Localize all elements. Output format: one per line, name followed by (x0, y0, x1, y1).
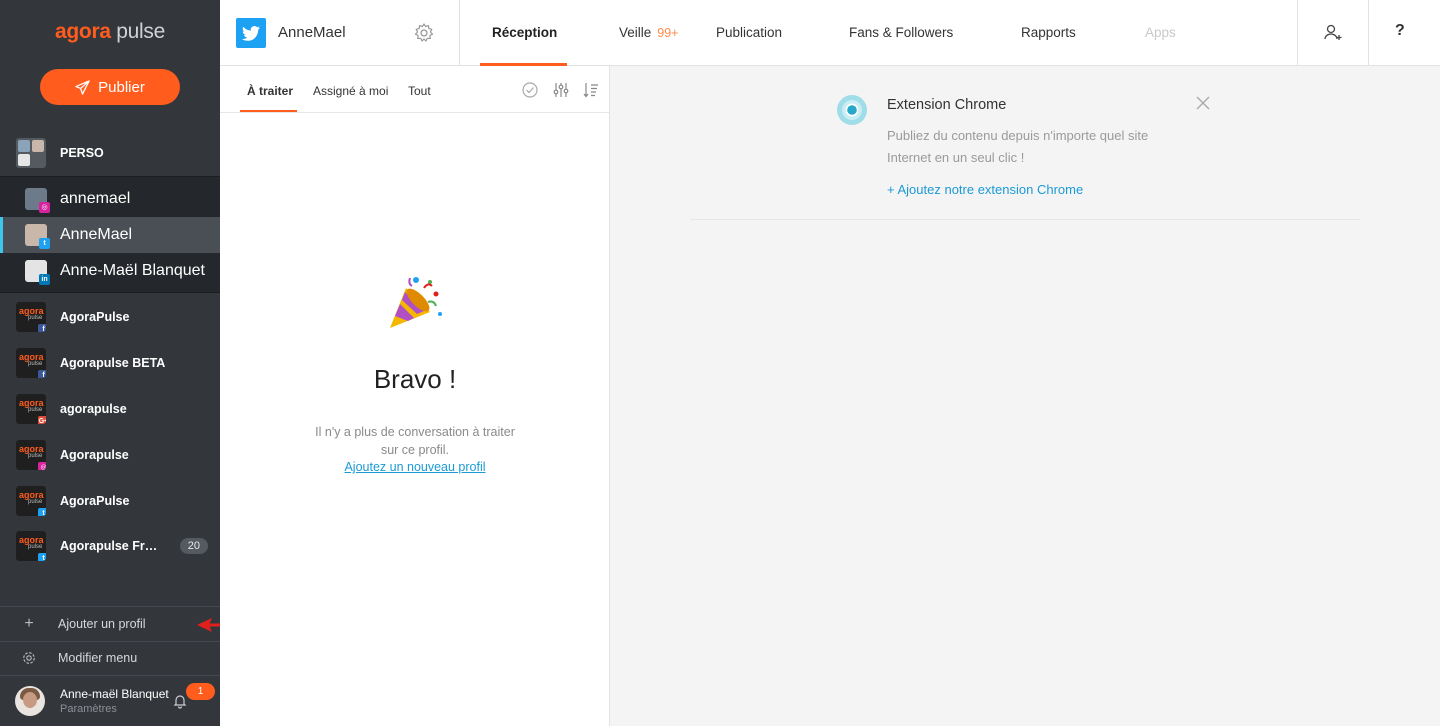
sidebar: agora pulse Publier PERSO ◎ annemael t A… (0, 0, 220, 726)
profile-avatar: ◎ (25, 188, 50, 213)
profile-avatar: agora pulse t (16, 486, 46, 516)
bell-icon[interactable] (172, 693, 188, 709)
add-profile-button[interactable]: + Ajouter un profil (0, 607, 220, 641)
account-name: AnneMael (278, 24, 346, 41)
profile-item[interactable]: agorapulseG+ agorapulse (0, 393, 220, 425)
nav-publication[interactable]: Publication (716, 25, 782, 40)
profile-item-annemael-instagram[interactable]: ◎ annemael (0, 181, 220, 217)
profile-avatar: agorapulseG+ (16, 394, 46, 424)
party-popper-icon (390, 277, 442, 328)
instagram-icon: ◎ (39, 202, 50, 213)
tab-tout[interactable]: Tout (408, 84, 431, 98)
profile-name: Agorapulse BETA (60, 356, 166, 370)
profile-item-annemael-twitter[interactable]: t AnneMael (0, 217, 220, 253)
add-new-profile-link[interactable]: Ajoutez un nouveau profil (220, 460, 610, 474)
settings-link[interactable]: Paramètres (60, 703, 117, 715)
profile-item-anne-mael-linkedin[interactable]: in Anne-Maël Blanquet (0, 253, 220, 289)
profile-item[interactable]: agora pulse t AgoraPulse (0, 485, 220, 517)
nav-fans-followers[interactable]: Fans & Followers (849, 25, 953, 40)
profile-name: agorapulse (60, 402, 127, 416)
profile-name: annemael (60, 190, 131, 207)
logo-text-pulse: pulse (116, 20, 165, 43)
divider (459, 0, 460, 66)
profile-avatar: in (25, 260, 50, 285)
paper-plane-icon (75, 79, 90, 95)
profile-name: Agorapulse Fran... (60, 539, 164, 553)
publish-button[interactable]: Publier (40, 69, 180, 105)
nav-apps[interactable]: Apps (1145, 25, 1176, 40)
sort-icon[interactable] (582, 81, 600, 99)
check-circle-icon[interactable] (521, 81, 539, 99)
nav-reception[interactable]: Réception (492, 25, 557, 40)
top-bar: AnneMael Réception Veille 99+ Publication… (220, 0, 1440, 66)
profile-avatar: t (25, 224, 50, 249)
logo-text-agora: agora (55, 20, 111, 43)
google-plus-icon: G+ (38, 416, 46, 424)
inbox-panel: À traiter Assigné à moi Tout Bravo ! Il … (220, 66, 610, 726)
nav-veille[interactable]: Veille 99+ (619, 25, 679, 40)
inbox-tabs: À traiter Assigné à moi Tout (220, 66, 610, 113)
profile-avatar: agora pulse f (16, 348, 46, 378)
edit-menu-button[interactable]: Modifier menu (0, 641, 220, 675)
gear-icon[interactable] (413, 22, 435, 44)
add-profile-label: Ajouter un profil (58, 617, 146, 631)
profile-avatar: agora pulse t (16, 531, 46, 561)
profile-name: Anne-Maël Blanquet (60, 262, 205, 279)
publish-button-label: Publier (98, 78, 145, 96)
close-icon[interactable] (1195, 95, 1211, 111)
facebook-icon: f (38, 324, 46, 332)
unread-count-badge: 20 (179, 538, 208, 554)
tab-a-traiter[interactable]: À traiter (247, 84, 293, 98)
help-button[interactable]: ? (1395, 22, 1405, 40)
profile-item[interactable]: agora pulse t Agorapulse Fran... 20 (0, 530, 220, 562)
twitter-icon: t (38, 508, 46, 516)
profile-name: AgoraPulse (60, 310, 130, 324)
profile-item[interactable]: agora pulse f AgoraPulse (0, 301, 220, 333)
chrome-extension-card: Extension Chrome Publiez du contenu depu… (690, 80, 1360, 220)
nav-rapports[interactable]: Rapports (1021, 25, 1076, 40)
user-account[interactable]: Anne-maël Blanquet Paramètres 1 (0, 676, 220, 726)
edit-menu-label: Modifier menu (58, 651, 138, 665)
profile-avatar: agora pulse ◎ (16, 440, 46, 470)
gear-icon (0, 649, 58, 667)
avatar (15, 686, 45, 716)
card-description: Publiez du contenu depuis n'importe quel… (887, 128, 1149, 165)
nav-veille-label: Veille (619, 25, 652, 40)
profile-group-perso[interactable]: PERSO (0, 137, 220, 169)
twitter-icon: t (39, 238, 50, 249)
facebook-icon: f (38, 370, 46, 378)
divider (1297, 0, 1298, 66)
twitter-icon: t (38, 553, 46, 561)
profile-name: Agorapulse (60, 448, 129, 462)
user-name: Anne-maël Blanquet (60, 687, 169, 701)
profile-name: AnneMael (60, 226, 133, 243)
profile-item[interactable]: agora pulse f Agorapulse BETA (0, 347, 220, 379)
add-user-icon[interactable] (1321, 20, 1345, 44)
active-tab-indicator (240, 110, 297, 112)
perso-sub-profiles: ◎ annemael t AnneMael in Anne-Maël Blanq… (0, 176, 220, 293)
filter-sliders-icon[interactable] (552, 81, 570, 99)
profile-item[interactable]: agora pulse ◎ Agorapulse (0, 439, 220, 471)
empty-state-message: Il n'y a plus de conversation à traiter … (315, 425, 515, 457)
group-name: PERSO (60, 146, 104, 160)
add-chrome-extension-link[interactable]: + Ajoutez notre extension Chrome (887, 182, 1083, 197)
profile-name: AgoraPulse (60, 494, 130, 508)
tab-assigne-a-moi[interactable]: Assigné à moi (313, 84, 388, 98)
chrome-icon (837, 95, 867, 125)
twitter-icon (236, 18, 266, 48)
linkedin-icon: in (39, 274, 50, 285)
divider (1368, 0, 1369, 66)
empty-state-title: Bravo ! (373, 364, 457, 394)
notification-badge: 1 (186, 683, 215, 700)
group-avatar (16, 138, 46, 168)
agorapulse-logo[interactable]: agora pulse (0, 20, 220, 44)
plus-icon: + (24, 615, 34, 632)
instagram-icon: ◎ (38, 462, 46, 470)
card-title: Extension Chrome (887, 97, 1007, 113)
profile-avatar: agora pulse f (16, 302, 46, 332)
veille-count-badge: 99+ (657, 26, 679, 40)
